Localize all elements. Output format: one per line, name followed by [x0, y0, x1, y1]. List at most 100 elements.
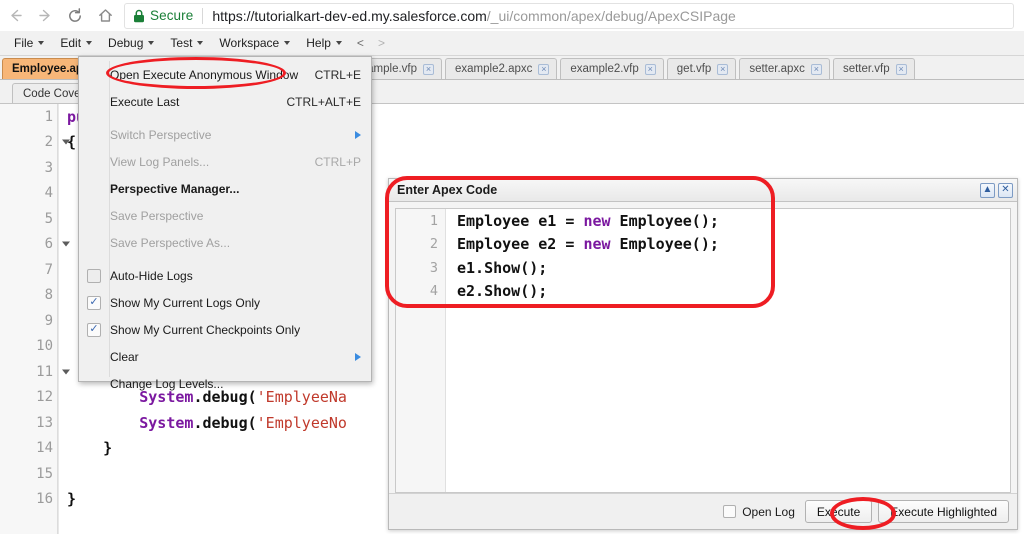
editor-tab-employee-apxc[interactable]: Employee.apxc ×: [2, 58, 80, 79]
dialog-titlebar[interactable]: Enter Apex Code ▲ ✕: [389, 179, 1017, 202]
close-icon[interactable]: ×: [895, 63, 907, 75]
dialog-code-line: e1.Show();: [457, 256, 1010, 280]
menu-item-save-perspective-as: Save Perspective As...: [79, 229, 371, 256]
menu-item-perspective-manager[interactable]: Perspective Manager...: [79, 175, 371, 202]
menubar-item-edit[interactable]: Edit: [52, 33, 100, 54]
dialog-title: Enter Apex Code: [397, 183, 498, 197]
chevron-right-icon: [355, 352, 361, 361]
editor-tab-label: setter.apxc: [749, 63, 805, 75]
code-token: Employee();: [610, 211, 719, 230]
tab-scroll-next-button[interactable]: >: [371, 33, 392, 53]
code-line: System .debug('EmplyeeNo: [59, 410, 398, 436]
menubar-label-debug: Debug: [108, 35, 144, 50]
close-icon[interactable]: ×: [644, 63, 656, 75]
tab-scroll-prev-button[interactable]: <: [350, 33, 371, 53]
collapse-icon[interactable]: ▲: [980, 182, 995, 198]
menu-item-show-my-current-checkpoints-only[interactable]: ✓ Show My Current Checkpoints Only: [79, 316, 371, 343]
editor-gutter: 1 2 3 4 5 6 7 8 9 10 11 12 13 14 15 16: [0, 104, 70, 534]
dialog-gutter: 1 2 3 4: [396, 209, 446, 492]
editor-tab-setter-vfp[interactable]: setter.vfp ×: [832, 58, 915, 79]
dialog-code-area[interactable]: Employee e1 = new Employee(); Employee e2…: [446, 209, 1010, 492]
menubar-item-test[interactable]: Test: [162, 33, 211, 54]
gutter-line-number: 5: [44, 210, 53, 227]
menubar-item-help[interactable]: Help: [298, 33, 350, 54]
dialog-code-line: e2.Show();: [457, 280, 1010, 304]
gutter-line-number: 4: [44, 185, 53, 202]
menu-item-label: Show My Current Logs Only: [110, 295, 261, 310]
menu-item-label: Perspective Manager...: [110, 181, 240, 196]
checkbox-icon[interactable]: [87, 268, 101, 283]
gutter-line-number: 16: [36, 491, 53, 508]
editor-tab-setter-apxc[interactable]: setter.apxc ×: [739, 58, 830, 79]
omnibox-divider: [202, 7, 204, 24]
editor-tab-label: setter.vfp: [842, 63, 890, 75]
gutter-line-number: 6: [0, 232, 70, 258]
open-log-checkbox-wrap[interactable]: Open Log: [723, 505, 795, 519]
editor-tab-label: get.vfp: [676, 63, 712, 75]
apex-code-input-area[interactable]: 1234 Employee e1 = new Employee(); Employ…: [395, 208, 1011, 493]
menu-item-open-execute-anonymous-window[interactable]: Open Execute Anonymous Window CTRL+E: [79, 61, 371, 88]
execute-button[interactable]: Execute: [804, 500, 873, 523]
gutter-line-number: 14: [36, 440, 53, 457]
code-token: e2.Show();: [457, 282, 548, 301]
menubar-label-workspace: Workspace: [219, 35, 280, 50]
code-token: }: [67, 490, 77, 509]
code-line: }: [59, 487, 398, 513]
close-icon[interactable]: ✕: [998, 182, 1013, 198]
home-icon[interactable]: [90, 0, 120, 31]
close-icon[interactable]: ×: [423, 63, 435, 75]
code-token: 'EmplyeeNo: [256, 413, 347, 432]
editor-tab-example2-vfp[interactable]: example2.vfp ×: [560, 58, 664, 79]
url-host: https://tutorialkart-dev-ed.my.salesforc…: [212, 7, 487, 24]
menu-item-change-log-levels[interactable]: Change Log Levels...: [79, 370, 371, 397]
chevron-down-icon: [197, 41, 204, 45]
enter-apex-code-dialog[interactable]: Enter Apex Code ▲ ✕ 1 2 3 4 Employee e1 = n…: [388, 178, 1018, 530]
code-token: Employee e2 =: [457, 235, 584, 254]
editor-tab-get-vfp[interactable]: get.vfp ×: [666, 58, 737, 79]
code-token: Employee e1 =: [457, 211, 584, 230]
checkbox-icon[interactable]: ✓: [87, 295, 101, 310]
menu-item-label: Show My Current Checkpoints Only: [110, 322, 301, 337]
chevron-down-icon: [38, 41, 45, 45]
close-icon[interactable]: ×: [538, 63, 550, 75]
reload-icon[interactable]: [60, 0, 90, 31]
menubar-item-file[interactable]: File: [6, 33, 52, 54]
chevron-down-icon: [335, 41, 342, 45]
gutter-line-number: 13: [36, 414, 53, 431]
open-log-label: Open Log: [742, 504, 795, 519]
secure-label: Secure: [150, 8, 194, 23]
sub-tab-code-coverage[interactable]: Code Coverage: None: [12, 83, 88, 103]
gutter-line-number: 11: [0, 359, 70, 385]
editor-tab-label: example2.apxc: [455, 63, 533, 75]
execute-highlighted-button[interactable]: Execute Highlighted: [878, 500, 1009, 523]
editor-tab-label: Employee.apxc: [12, 63, 79, 75]
dialog-code-line: Employee e1 = new Employee();: [457, 209, 1010, 233]
code-token: {: [67, 133, 77, 152]
chevron-down-icon: [284, 41, 291, 45]
menubar-label-test: Test: [170, 35, 193, 50]
open-log-checkbox[interactable]: [723, 505, 737, 518]
menu-item-show-my-current-logs-only[interactable]: ✓ Show My Current Logs Only: [79, 289, 371, 316]
menu-item-auto-hide-logs[interactable]: Auto-Hide Logs: [79, 262, 371, 289]
menubar-item-debug[interactable]: Debug: [100, 33, 162, 54]
menu-item-label: Switch Perspective: [110, 127, 212, 142]
forward-arrow-icon[interactable]: [30, 0, 60, 31]
chevron-down-icon: [148, 41, 155, 45]
menu-item-view-log-panels: View Log Panels... CTRL+P: [79, 148, 371, 175]
close-icon[interactable]: ×: [810, 63, 822, 75]
browser-toolbar: Secure https://tutorialkart-dev-ed.my.sa…: [0, 0, 1024, 31]
address-bar[interactable]: Secure https://tutorialkart-dev-ed.my.sa…: [124, 2, 1014, 29]
debug-dropdown-menu[interactable]: Open Execute Anonymous Window CTRL+E Execu…: [78, 56, 372, 391]
menu-item-clear[interactable]: Clear: [79, 343, 371, 370]
checkbox-icon[interactable]: ✓: [87, 322, 101, 337]
dialog-gutter-line-number: 4: [429, 283, 438, 300]
menu-item-label: Save Perspective: [110, 208, 204, 223]
menu-item-execute-last[interactable]: Execute Last CTRL+ALT+E: [79, 88, 371, 115]
menubar-item-workspace[interactable]: Workspace: [211, 33, 298, 54]
editor-tab-example2-apxc[interactable]: example2.apxc ×: [445, 58, 558, 79]
menu-item-label: Clear: [110, 349, 139, 364]
close-icon[interactable]: ×: [717, 63, 729, 75]
back-arrow-icon[interactable]: [0, 0, 30, 31]
code-token: System: [67, 413, 194, 432]
menu-item-label: Save Perspective As...: [110, 235, 231, 250]
